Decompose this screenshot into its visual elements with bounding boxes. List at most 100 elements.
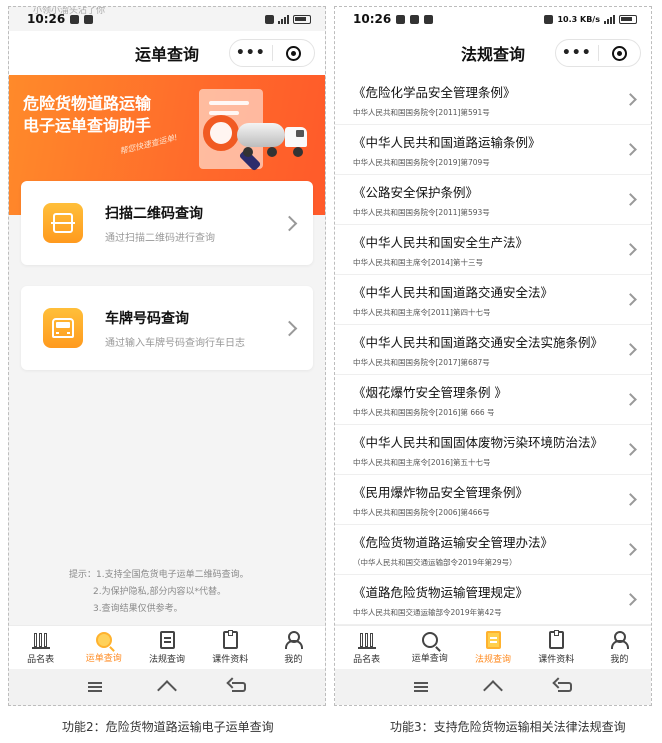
card-title: 车牌号码查询: [105, 310, 189, 327]
more-button[interactable]: •••: [556, 45, 598, 61]
regulation-list-item[interactable]: 《道路危险货物运输管理规定》 中华人民共和国交通运输部令2019年第42号: [335, 575, 651, 625]
close-miniprogram-button[interactable]: [599, 45, 641, 61]
signal-icon: [278, 14, 289, 24]
scan-qr-query-card[interactable]: 扫描二维码查询 通过扫描二维码进行查询: [21, 181, 313, 265]
regulation-title: 《中华人民共和国道路交通安全法》: [353, 284, 554, 300]
scan-icon: [43, 203, 83, 243]
tab-label: 运单查询: [411, 653, 448, 664]
regulation-list-item[interactable]: 《危险货物道路运输安全管理办法》 （中华人民共和国交通运输部令2019年第29号）: [335, 525, 651, 575]
notification-icon: [396, 14, 406, 24]
menu-icon[interactable]: [88, 682, 102, 692]
tip-line: 2.为保护隐私,部分内容以*代替。: [93, 587, 226, 597]
mute-icon: [544, 14, 554, 24]
regulation-decree: 中华人民共和国主席令[2011]第四十七号: [353, 307, 491, 317]
regulation-list-item[interactable]: 《危险化学品安全管理条例》 中华人民共和国国务院令[2011]第591号: [335, 75, 651, 125]
tab-label: 运单查询: [85, 653, 122, 664]
regulation-list-item[interactable]: 《中华人民共和国道路交通安全法实施条例》中华人民共和国国务院令[2017]第68…: [335, 325, 651, 375]
document-icon: [159, 630, 175, 649]
banner-title-line1: 危险货物道路运输: [23, 94, 152, 113]
back-icon[interactable]: [558, 682, 572, 692]
regulation-list-item[interactable]: 《中华人民共和国道路运输条例》中华人民共和国国务院令[2019]第709号: [335, 125, 651, 175]
tab-waybill-query[interactable]: 运单查询: [398, 626, 461, 669]
plate-number-query-card[interactable]: 车牌号码查询 通过输入车牌号码查询行车日志: [21, 286, 313, 370]
tab-product-list[interactable]: 品名表: [9, 626, 72, 669]
tiktok-icon: [424, 14, 434, 24]
tab-label: 法规查询: [475, 654, 512, 665]
home-icon[interactable]: [483, 680, 503, 700]
tab-regulation-query[interactable]: 法规查询: [135, 626, 198, 669]
bus-icon: [43, 308, 83, 348]
tab-regulation-query[interactable]: 法规查询: [461, 626, 524, 669]
tab-product-list[interactable]: 品名表: [335, 626, 398, 669]
regulation-decree: （中华人民共和国交通运输部令2019年第29号）: [353, 557, 517, 567]
document-icon: [485, 630, 501, 649]
regulation-title: 《中华人民共和国道路交通安全法实施条例》: [353, 334, 604, 350]
tips-text: 提示：1.支持全国危货电子运单二维码查询。 2.为保护隐私,部分内容以*代替。 …: [69, 567, 249, 618]
nav-bar: 运单查询 •••: [9, 31, 325, 75]
tab-label: 品名表: [27, 654, 55, 665]
tab-courseware[interactable]: 课件资料: [199, 626, 262, 669]
regulation-title: 《烟花爆竹安全管理条例 》: [353, 384, 507, 400]
tip-line: 提示：1.支持全国危货电子运单二维码查询。: [69, 570, 249, 580]
tab-mine[interactable]: 我的: [588, 626, 651, 669]
regulation-list-item[interactable]: 《中华人民共和国道路交通安全法》中华人民共和国主席令[2011]第四十七号: [335, 275, 651, 325]
tab-waybill-query[interactable]: 运单查询: [72, 626, 135, 669]
left-phone-screen: 小领小溜头沾了你 10:26 运单查询 ••• 危险货物道路运输 电子运单查询助…: [8, 6, 326, 706]
regulation-list: 《危险化学品安全管理条例》 中华人民共和国国务院令[2011]第591号 《中华人民…: [335, 75, 651, 625]
regulation-decree: 中华人民共和国国务院令[2019]第709号: [353, 157, 490, 167]
regulation-decree: 中华人民共和国国务院令[2017]第687号: [353, 357, 490, 367]
regulation-title: 《中华人民共和国固体废物污染环境防治法》: [353, 434, 604, 450]
system-nav-bar: [9, 669, 325, 705]
close-miniprogram-button[interactable]: [273, 45, 315, 61]
app-icon: [410, 14, 420, 24]
regulation-title: 《民用爆炸物品安全管理条例》: [353, 484, 529, 500]
chevron-right-icon: [624, 443, 637, 456]
regulation-list-item[interactable]: 《烟花爆竹安全管理条例 》中华人民共和国国务院令[2016]第 666 号: [335, 375, 651, 425]
chevron-right-icon: [624, 143, 637, 156]
chevron-right-icon: [624, 93, 637, 106]
tab-label: 法规查询: [149, 654, 186, 665]
regulation-list-item[interactable]: 《中华人民共和国安全生产法》中华人民共和国主席令[2014]第十三号: [335, 225, 651, 275]
regulation-title: 《中华人民共和国道路运输条例》: [353, 134, 541, 150]
books-icon: [31, 631, 50, 649]
regulation-decree: 中华人民共和国主席令[2014]第十三号: [353, 257, 483, 267]
chevron-right-icon: [624, 293, 637, 306]
regulation-title: 《中华人民共和国安全生产法》: [353, 234, 529, 250]
nav-bar: 法规查询 •••: [335, 31, 651, 75]
banner-title-line2: 电子运单查询助手: [23, 116, 152, 135]
mute-icon: [265, 14, 274, 24]
chevron-right-icon: [624, 543, 637, 556]
tab-courseware[interactable]: 课件资料: [525, 626, 588, 669]
caption-right: 功能3：支持危险货物运输相关法律法规查询: [390, 720, 626, 734]
clipboard-icon: [548, 629, 564, 649]
target-icon: [285, 45, 301, 61]
regulation-list-item[interactable]: 《民用爆炸物品安全管理条例》中华人民共和国国务院令[2006]第466号: [335, 475, 651, 525]
tab-mine[interactable]: 我的: [262, 626, 325, 669]
menu-icon[interactable]: [414, 682, 428, 692]
chevron-right-icon: [624, 243, 637, 256]
tip-line: 3.查询结果仅供参考。: [93, 604, 183, 614]
tab-bar: 品名表 运单查询 法规查询 课件资料 我的: [9, 625, 325, 669]
banner-title: 危险货物道路运输 电子运单查询助手: [23, 93, 151, 137]
more-button[interactable]: •••: [230, 45, 272, 61]
regulation-list-item[interactable]: 《公路安全保护条例》 中华人民共和国国务院令[2011]第593号: [335, 175, 651, 225]
regulation-list-item[interactable]: 《中华人民共和国固体废物污染环境防治法》中华人民共和国主席令[2016]第五十七…: [335, 425, 651, 475]
user-icon: [284, 630, 304, 649]
regulation-title: 《道路危险货物运输管理规定》: [353, 584, 529, 600]
chevron-right-icon: [281, 215, 298, 231]
regulation-decree: 中华人民共和国国务院令[2006]第466号: [353, 507, 490, 517]
tab-label: 课件资料: [538, 654, 575, 665]
home-icon[interactable]: [157, 680, 177, 700]
back-icon[interactable]: [232, 682, 246, 692]
tab-label: 课件资料: [212, 654, 249, 665]
tab-label: 品名表: [353, 654, 381, 665]
network-speed: 10.3 KB/s: [557, 14, 600, 24]
regulation-decree: 中华人民共和国主席令[2016]第五十七号: [353, 457, 491, 467]
regulation-title: 《公路安全保护条例》: [353, 184, 479, 200]
card-subtitle: 通过扫描二维码进行查询: [105, 232, 215, 244]
card-subtitle: 通过输入车牌号码查询行车日志: [105, 337, 245, 349]
tanker-truck-illustration: [237, 121, 309, 157]
regulation-decree: 中华人民共和国国务院令[2011]第591号: [353, 107, 490, 117]
caption-left: 功能2：危险货物道路运输电子运单查询: [62, 720, 274, 734]
user-icon: [610, 630, 630, 649]
